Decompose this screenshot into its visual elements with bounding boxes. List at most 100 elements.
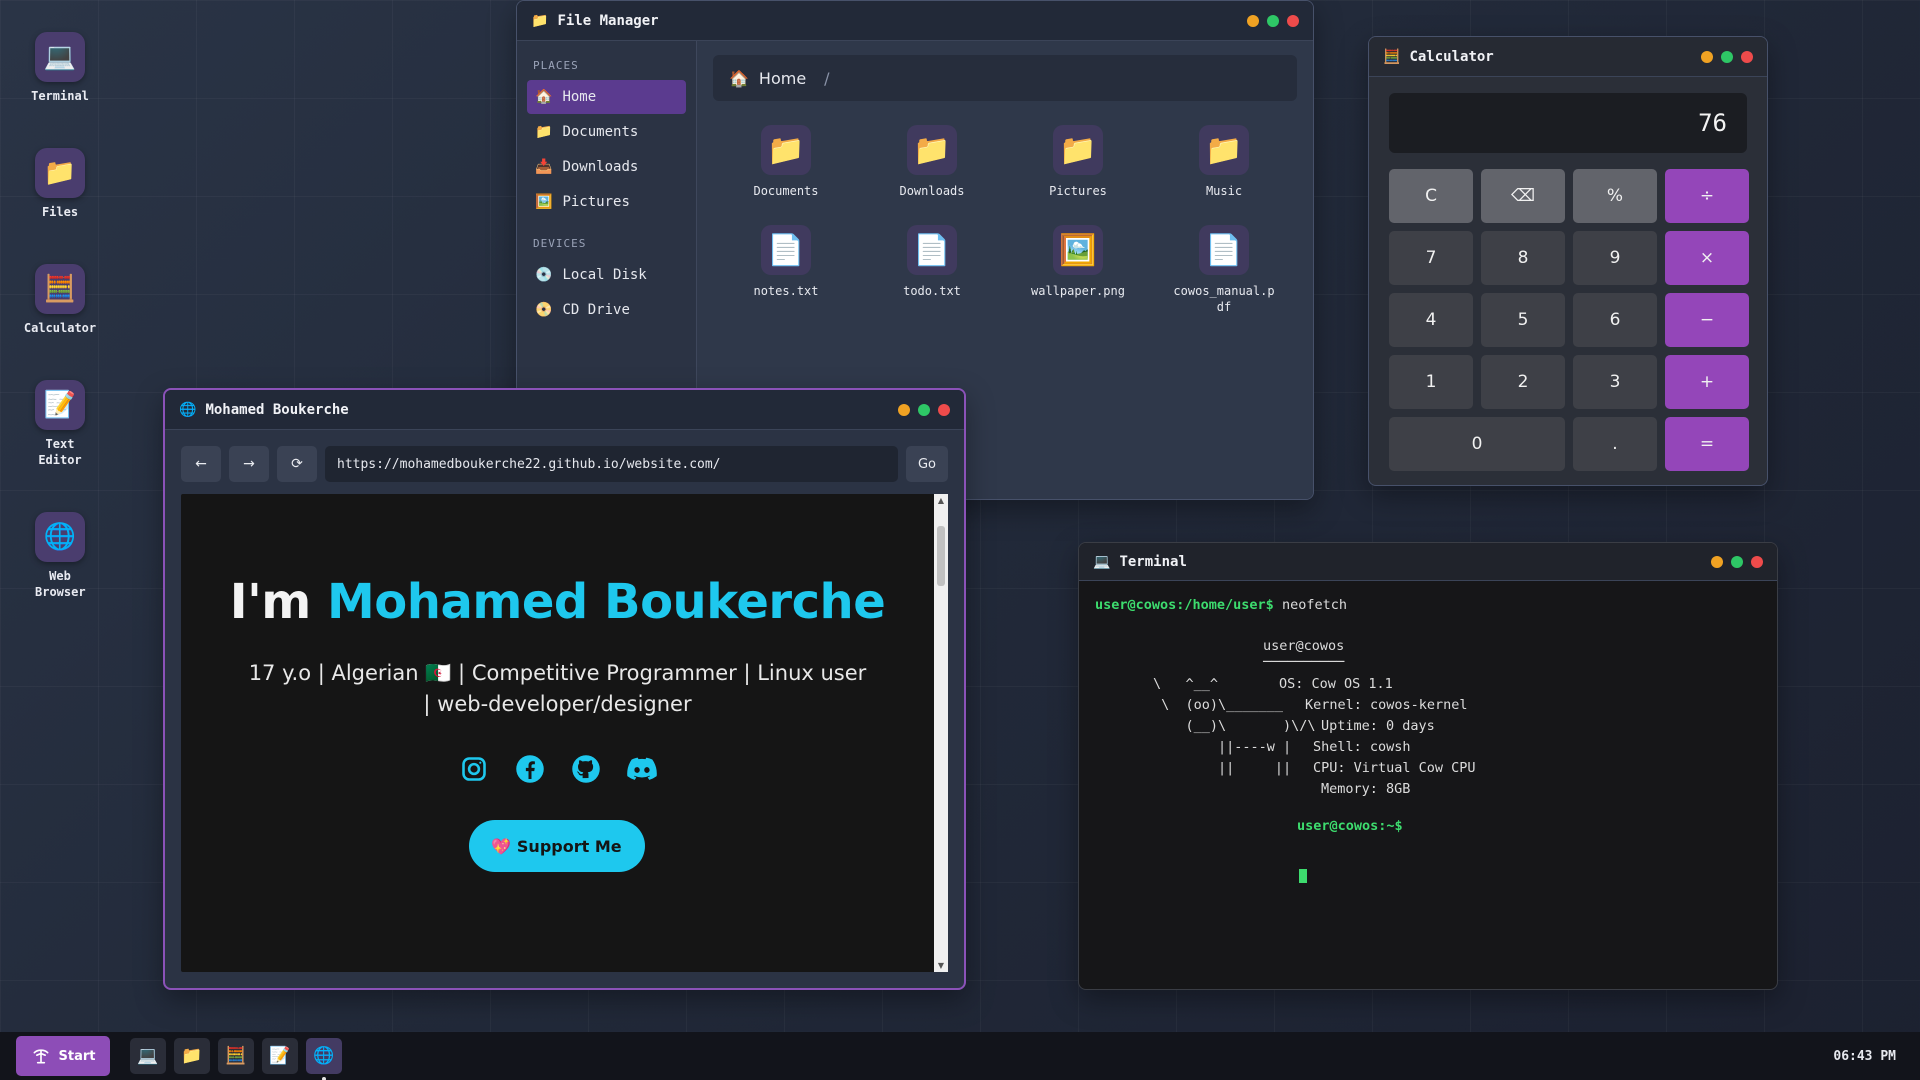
browser-titlebar[interactable]: 🌐 Mohamed Boukerche [165, 390, 964, 430]
sidebar-item-pictures[interactable]: 🖼️ Pictures [527, 185, 686, 219]
scroll-up-icon[interactable]: ▲ [934, 496, 948, 505]
file-item-pictures[interactable]: 📁 Pictures [1005, 125, 1151, 199]
scrollbar[interactable]: ▲ ▼ [934, 494, 948, 972]
close-button[interactable] [938, 403, 950, 416]
home-icon: 🏠 [535, 89, 553, 105]
terminal-window: 💻 Terminal user@cowos:/home/user$ neofet… [1078, 542, 1778, 990]
file-name: Pictures [1049, 184, 1107, 198]
key-7[interactable]: 7 [1389, 231, 1473, 285]
close-button[interactable] [1751, 555, 1763, 568]
sidebar-item-documents[interactable]: 📁 Documents [527, 115, 686, 149]
calculator-titlebar[interactable]: 🧮 Calculator [1369, 37, 1767, 77]
sidebar-item-local-disk[interactable]: 💿 Local Disk [527, 258, 686, 292]
breadcrumb-home[interactable]: Home [759, 69, 806, 88]
taskbar-terminal[interactable]: 💻 [130, 1038, 166, 1074]
address-bar[interactable]: https://mohamedboukerche22.github.io/web… [325, 446, 898, 482]
maximize-button[interactable] [1731, 555, 1743, 568]
desktop-icon-label: Text Editor [38, 437, 82, 467]
go-button[interactable]: Go [906, 446, 948, 482]
key-6[interactable]: 6 [1573, 293, 1657, 347]
desktop-icon-label: Terminal [31, 89, 89, 103]
desktop-icon-terminal[interactable]: 💻 Terminal [14, 32, 106, 104]
reload-button[interactable]: ⟳ [277, 446, 317, 482]
key-3[interactable]: 3 [1573, 355, 1657, 409]
file-item-cowos-manual-pdf[interactable]: 📄 cowos_manual.pdf [1151, 225, 1297, 315]
desktop-icon-label: Files [41, 205, 79, 219]
terminal-output[interactable]: user@cowos:/home/user$ neofetch user@cow… [1079, 581, 1777, 895]
file-item-downloads[interactable]: 📁 Downloads [859, 125, 1005, 199]
taskbar-web-browser[interactable]: 🌐 [306, 1038, 342, 1080]
github-icon[interactable] [571, 754, 601, 784]
key-2[interactable]: 2 [1481, 355, 1565, 409]
taskbar-files[interactable]: 📁 [174, 1038, 210, 1074]
close-button[interactable] [1287, 14, 1299, 27]
desktop-icon-text-editor[interactable]: 📝 Text Editor [14, 380, 106, 468]
key-equals[interactable]: = [1665, 417, 1749, 471]
key-decimal[interactable]: . [1573, 417, 1657, 471]
back-button[interactable]: ← [181, 446, 221, 482]
file-manager-titlebar[interactable]: 📁 File Manager [517, 1, 1313, 41]
key-percent[interactable]: % [1573, 169, 1657, 223]
key-1[interactable]: 1 [1389, 355, 1473, 409]
sidebar-section-header: PLACES [533, 59, 579, 72]
desktop-icon-files[interactable]: 📁 Files [14, 148, 106, 220]
close-button[interactable] [1741, 50, 1753, 63]
instagram-icon[interactable] [459, 754, 489, 784]
key-multiply[interactable]: × [1665, 231, 1749, 285]
key-plus[interactable]: + [1665, 355, 1749, 409]
prompt-line: user@cowos:~$ [1095, 818, 1761, 839]
file-item-documents[interactable]: 📁 Documents [713, 125, 859, 199]
key-divide[interactable]: ÷ [1665, 169, 1749, 223]
key-backspace[interactable]: ⌫ [1481, 169, 1565, 223]
globe-icon: 🌐 [313, 1046, 335, 1066]
folder-icon: 📁 [531, 12, 549, 29]
sidebar-item-downloads[interactable]: 📥 Downloads [527, 150, 686, 184]
desktop-icon-label: Web Browser [35, 569, 86, 599]
minimize-button[interactable] [1701, 50, 1713, 63]
file-item-notes-txt[interactable]: 📄 notes.txt [713, 225, 859, 315]
document-icon: 📄 [1199, 225, 1249, 275]
key-4[interactable]: 4 [1389, 293, 1473, 347]
sidebar-item-cd-drive[interactable]: 📀 CD Drive [527, 293, 686, 327]
facebook-icon[interactable] [515, 754, 545, 784]
file-item-music[interactable]: 📁 Music [1151, 125, 1297, 199]
desktop-icon-label: Calculator [23, 321, 97, 335]
minimize-button[interactable] [898, 403, 910, 416]
key-0[interactable]: 0 [1389, 417, 1565, 471]
taskbar-calculator[interactable]: 🧮 [218, 1038, 254, 1074]
file-name: todo.txt [903, 284, 961, 298]
minimize-button[interactable] [1247, 14, 1259, 27]
key-9[interactable]: 9 [1573, 231, 1657, 285]
scrollbar-thumb[interactable] [937, 526, 945, 586]
support-me-button[interactable]: 💖 Support Me [468, 820, 645, 872]
terminal-titlebar[interactable]: 💻 Terminal [1079, 543, 1777, 581]
scroll-down-icon[interactable]: ▼ [934, 961, 948, 970]
sidebar-item-label: CD Drive [562, 302, 630, 318]
desktop-icon-web-browser[interactable]: 🌐 Web Browser [14, 512, 106, 600]
forward-button[interactable]: → [229, 446, 269, 482]
maximize-button[interactable] [1267, 14, 1279, 27]
taskbar-text-editor[interactable]: 📝 [262, 1038, 298, 1074]
cow-art-line: (__)\ )\/\ [1153, 718, 1316, 734]
file-item-todo-txt[interactable]: 📄 todo.txt [859, 225, 1005, 315]
desktop-icon-calculator[interactable]: 🧮 Calculator [14, 264, 106, 336]
file-name: Documents [753, 184, 819, 198]
minimize-button[interactable] [1711, 555, 1723, 568]
start-button[interactable]: Start [16, 1036, 110, 1076]
key-8[interactable]: 8 [1481, 231, 1565, 285]
page-heading: I'm Mohamed Boukerche [181, 494, 934, 630]
neofetch-underline: ────────── [1263, 654, 1345, 670]
file-item-wallpaper-png[interactable]: 🖼️ wallpaper.png [1005, 225, 1151, 315]
key-clear[interactable]: C [1389, 169, 1473, 223]
key-minus[interactable]: − [1665, 293, 1749, 347]
key-5[interactable]: 5 [1481, 293, 1565, 347]
maximize-button[interactable] [918, 403, 930, 416]
file-name: Music [1205, 184, 1243, 198]
neofetch-output: user@cowos ────────── \ ^__^ \ (oo)\____… [1095, 632, 1761, 797]
discord-icon[interactable] [626, 754, 657, 784]
sidebar-item-home[interactable]: 🏠 Home [527, 80, 686, 114]
file-grid: 📁 Documents 📁 Downloads 📁 Pictures 📁 Mus… [713, 125, 1297, 315]
terminal-icon: 💻 [1093, 553, 1111, 570]
system-info-line: Uptime: 0 days [1321, 718, 1435, 734]
maximize-button[interactable] [1721, 50, 1733, 63]
